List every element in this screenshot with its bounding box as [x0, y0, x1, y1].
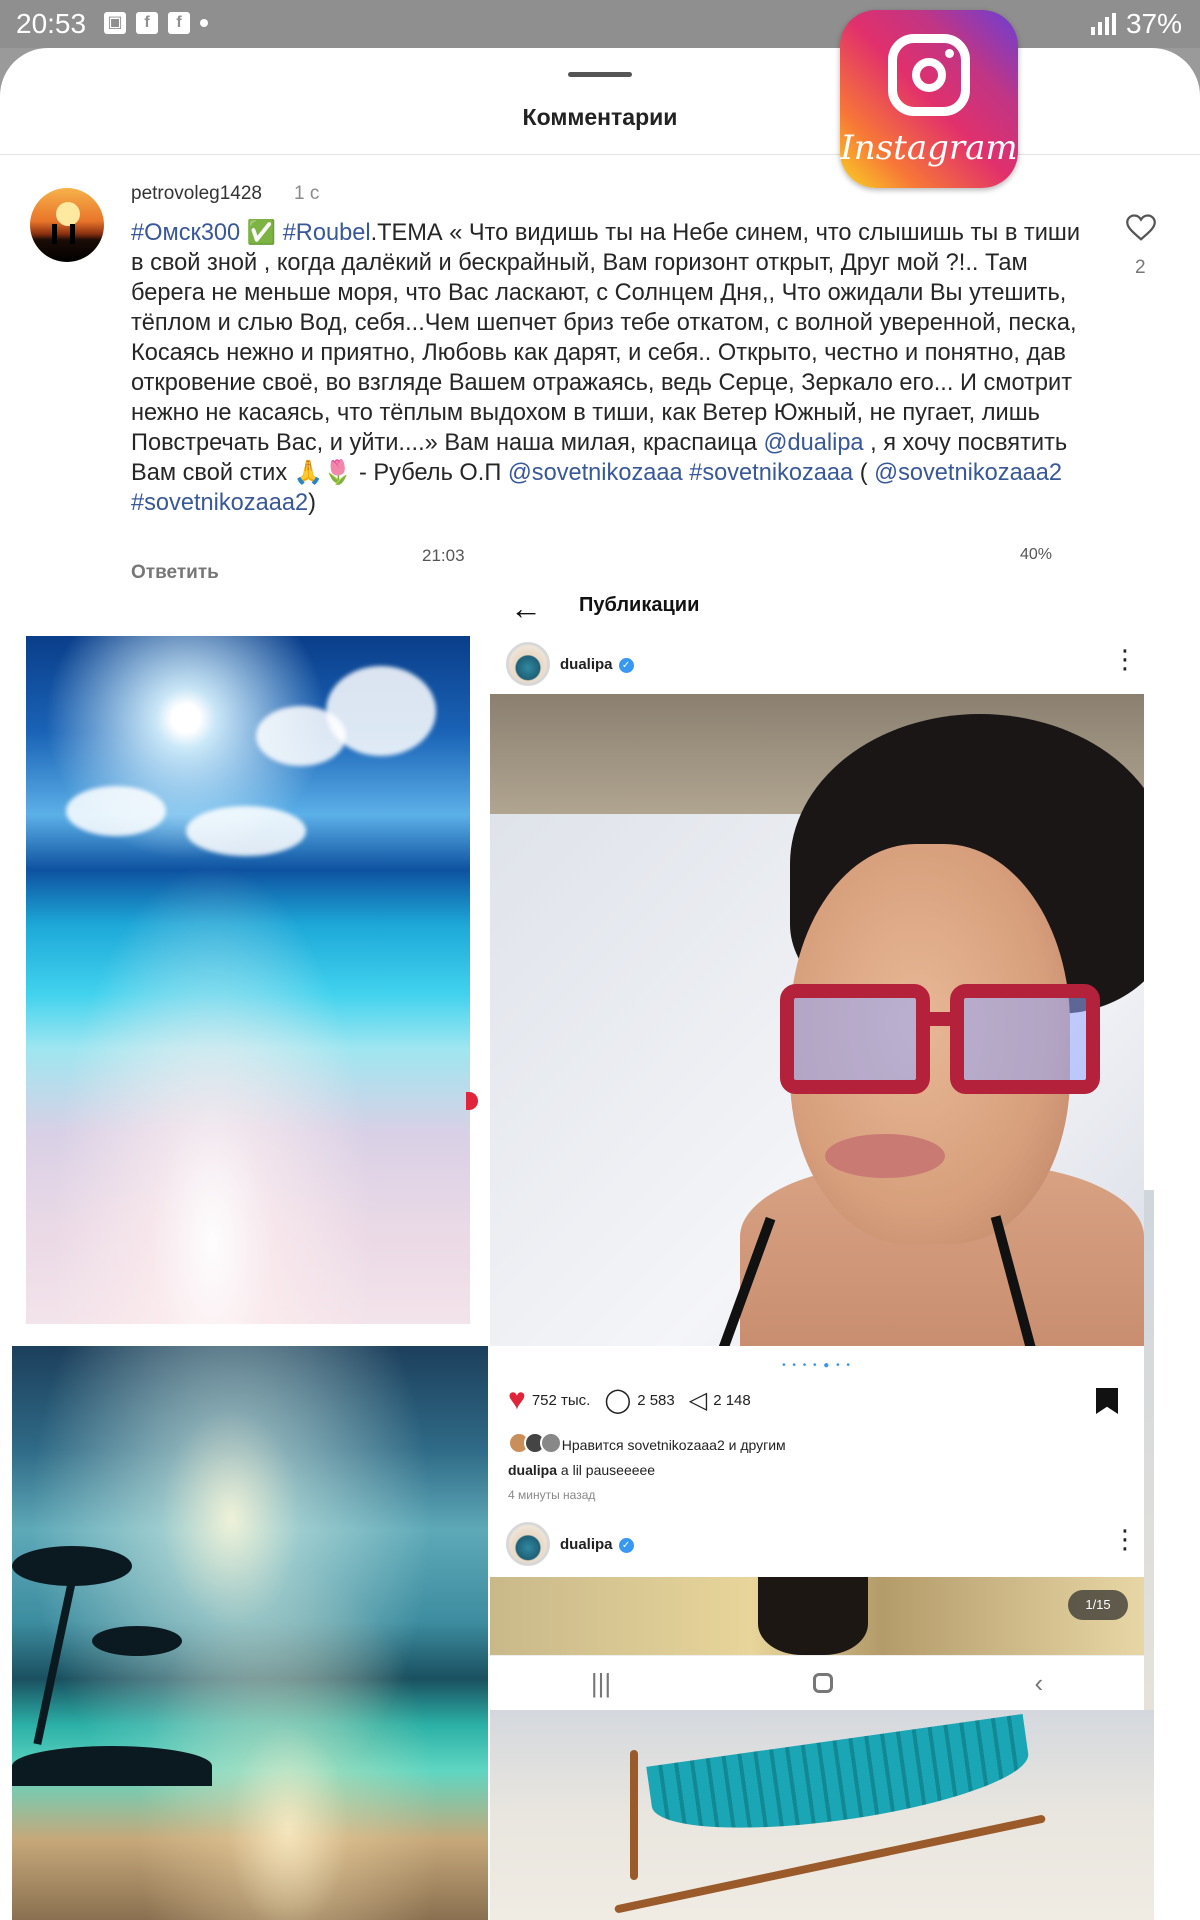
home-icon[interactable] [812, 1673, 833, 1693]
comment-text-part: ) [308, 490, 316, 516]
like-button[interactable]: ♥ 752 тыс. [508, 1385, 590, 1415]
camera-icon [888, 34, 970, 116]
more-notifications-icon [200, 19, 208, 27]
bookmark-icon[interactable] [1096, 1388, 1118, 1414]
comment-time: 1 с [294, 183, 320, 204]
post-photo[interactable] [490, 694, 1144, 1346]
avatar[interactable] [30, 188, 104, 262]
image-edge [1144, 1190, 1154, 1710]
post-username[interactable]: dualipa ✓ [560, 1536, 634, 1553]
share-button[interactable]: ◁ 2 148 [689, 1386, 751, 1415]
recents-icon[interactable]: ||| [591, 1668, 611, 1699]
mention-link[interactable]: @sovetnikozaaa2 [874, 460, 1062, 486]
battery-level: 37% [1125, 8, 1182, 39]
post-time: 4 минуты назад [508, 1488, 596, 1502]
carousel-dots: • • • • ● • • [782, 1360, 852, 1371]
mention-link[interactable]: @dualipa [764, 430, 864, 456]
caption-username[interactable]: dualipa [508, 1462, 557, 1478]
like-count: 752 тыс. [531, 1391, 591, 1409]
mention-link[interactable]: #Омск300 [131, 220, 240, 246]
verified-icon: ✓ [618, 657, 634, 673]
mention-link[interactable]: #sovetnikozaaa2 [131, 490, 308, 516]
instagram-wordmark: Instagram [840, 128, 1018, 168]
beach-sunset-image [12, 1346, 488, 1920]
verified-icon: ✓ [618, 1537, 634, 1553]
signal-icon [1090, 13, 1116, 35]
status-bar: 20:53 ▣ f f 37% [0, 0, 1200, 48]
comment-username[interactable]: petrovoleg1428 [131, 183, 262, 205]
back-icon[interactable]: ‹ [1034, 1668, 1043, 1699]
back-arrow-icon[interactable]: ← [510, 590, 542, 627]
comment-text-part: ✅ [240, 220, 283, 246]
facebook-icon: f [136, 12, 158, 34]
screenshot-battery: 40% [1020, 546, 1053, 563]
carousel-counter: 1/15 [1068, 1590, 1128, 1620]
posts-screenshot: ← Публикации dualipa ✓ ⋮ • • • • ● • • ♥ 7… [490, 570, 1144, 1710]
divider [0, 154, 1200, 155]
facebook-icon: f [168, 12, 190, 34]
comment-text-part: .ТЕМА « Что видишь ты на Небе синем, что… [131, 220, 1081, 456]
comment-like-count: 2 [1135, 257, 1146, 278]
post-username[interactable]: dualipa ✓ [560, 656, 634, 673]
post-actions: ♥ 752 тыс. ◯ 2 583 ◁ 2 148 [508, 1385, 751, 1415]
send-icon: ◁ [688, 1386, 708, 1414]
liked-by-text: Нравится sovetnikozaaa2 и другим [561, 1436, 786, 1453]
heart-icon: ♥ [508, 1383, 526, 1416]
hammock-beach-image [490, 1710, 1154, 1920]
mention-link[interactable]: #Roubel [283, 220, 371, 246]
status-time: 20:53 [16, 8, 87, 39]
liked-by[interactable]: Нравится sovetnikozaaa2 и другим [508, 1432, 786, 1457]
comment-count: 2 583 [637, 1391, 675, 1409]
post-photo[interactable] [490, 1577, 1144, 1655]
reply-button[interactable]: Ответить [131, 562, 219, 584]
more-options-icon[interactable]: ⋮ [1112, 646, 1138, 672]
posts-title: Публикации [579, 594, 700, 616]
drag-handle[interactable] [568, 72, 632, 77]
comment-text-part: ( [853, 460, 875, 486]
post-caption: dualipa a lil pauseeeee [508, 1462, 655, 1478]
screenshot-status-time: 21:03 [422, 546, 465, 565]
caption-text: a lil pauseeeee [557, 1462, 656, 1478]
mention-link[interactable]: #sovetnikozaaa [689, 460, 853, 486]
system-status: 37% [1090, 8, 1182, 40]
comment-text: #Омск300 ✅ #Roubel.ТЕМА « Что видишь ты … [131, 218, 1096, 518]
more-options-icon[interactable]: ⋮ [1112, 1526, 1138, 1552]
post-avatar[interactable] [506, 1522, 550, 1566]
post-avatar[interactable] [506, 642, 550, 686]
gallery-icon: ▣ [104, 12, 126, 34]
comment-button[interactable]: ◯ 2 583 [604, 1386, 674, 1415]
mention-link[interactable]: @sovetnikozaaa [508, 460, 683, 486]
instagram-logo: Instagram [840, 10, 1018, 188]
notification-icons: ▣ f f [104, 12, 208, 34]
beach-sunshine-image [26, 636, 470, 1324]
sheet-title: Комментарии [522, 104, 678, 130]
comment-icon: ◯ [604, 1386, 632, 1414]
share-count: 2 148 [713, 1391, 751, 1409]
system-nav-bar: ||| ‹ [490, 1655, 1144, 1710]
like-comment-button[interactable] [1126, 214, 1160, 242]
heart-icon [1126, 214, 1156, 241]
